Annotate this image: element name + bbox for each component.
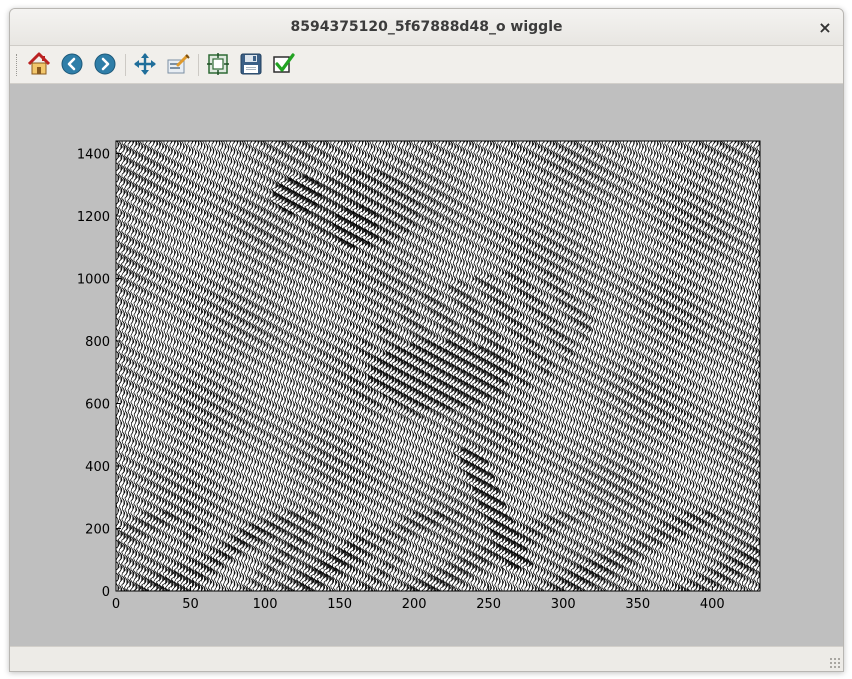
arrow-right-icon	[94, 53, 116, 75]
window-title: 8594375120_5f67888d48_o wiggle	[290, 19, 563, 35]
close-button[interactable]: ×	[815, 17, 835, 37]
x-tick-label: 400	[700, 597, 725, 612]
checkmark-icon	[273, 53, 295, 73]
x-tick-label: 300	[551, 597, 576, 612]
y-axis: 0 200 400 600 800 1000 1200 1400	[77, 148, 121, 600]
zoom-button[interactable]	[164, 50, 192, 78]
figure-canvas[interactable]: 0 50 100 150 200 250 300 350 400 0 200 400 600 800 10…	[10, 84, 843, 646]
x-tick-label: 50	[182, 597, 199, 612]
y-tick-label: 1400	[77, 148, 110, 163]
wiggle-plot[interactable]: 0 50 100 150 200 250 300 350 400 0 200 400 600 800 10…	[10, 84, 843, 646]
x-tick-label: 150	[327, 597, 352, 612]
y-tick-label: 400	[85, 460, 110, 475]
back-button[interactable]	[58, 50, 86, 78]
toolbar-grip[interactable]	[16, 54, 19, 76]
toolbar	[10, 46, 843, 84]
move-arrows-icon	[134, 53, 156, 75]
x-tick-label: 0	[112, 597, 120, 612]
floppy-disk-icon	[240, 53, 262, 75]
title-bar: 8594375120_5f67888d48_o wiggle ×	[10, 9, 843, 46]
subplots-icon	[207, 53, 229, 75]
toolbar-separator	[125, 54, 126, 76]
y-tick-label: 1200	[77, 210, 110, 225]
status-bar	[10, 646, 843, 671]
app-window: 8594375120_5f67888d48_o wiggle × 0 50 10…	[9, 8, 844, 672]
arrow-left-icon	[61, 53, 83, 75]
y-tick-label: 0	[102, 585, 110, 600]
x-tick-label: 200	[402, 597, 427, 612]
y-tick-label: 600	[85, 398, 110, 413]
home-button[interactable]	[25, 50, 53, 78]
forward-button[interactable]	[91, 50, 119, 78]
save-button[interactable]	[237, 50, 265, 78]
resize-grip[interactable]	[829, 657, 841, 669]
subplots-button[interactable]	[204, 50, 232, 78]
y-tick-label: 1000	[77, 273, 110, 288]
edit-button[interactable]	[270, 50, 298, 78]
home-icon	[27, 52, 51, 75]
close-icon: ×	[818, 17, 832, 37]
toolbar-separator	[198, 54, 199, 76]
zoom-rect-icon	[167, 54, 190, 74]
y-tick-label: 800	[85, 335, 110, 350]
x-tick-label: 350	[625, 597, 650, 612]
x-tick-label: 100	[253, 597, 278, 612]
pan-button[interactable]	[131, 50, 159, 78]
y-tick-label: 200	[85, 523, 110, 538]
x-tick-label: 250	[476, 597, 501, 612]
